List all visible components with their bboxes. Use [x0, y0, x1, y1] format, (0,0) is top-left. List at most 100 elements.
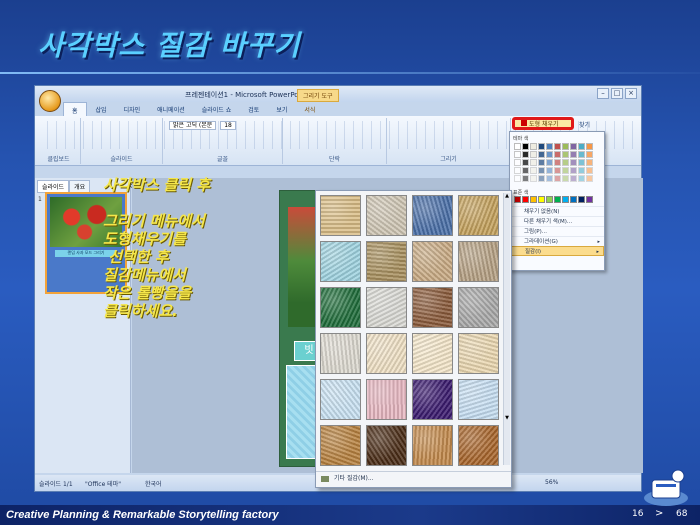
- theme-swatch[interactable]: [538, 167, 545, 174]
- theme-swatch[interactable]: [578, 151, 585, 158]
- standard-swatch[interactable]: [514, 196, 521, 203]
- texture-sand[interactable]: [458, 241, 499, 282]
- theme-swatch[interactable]: [514, 167, 521, 174]
- office-button[interactable]: [39, 90, 61, 112]
- theme-swatch[interactable]: [538, 151, 545, 158]
- standard-swatch[interactable]: [522, 196, 529, 203]
- fill-menu-item[interactable]: 그라데이션(G) ▸: [510, 236, 604, 246]
- theme-swatch[interactable]: [586, 151, 593, 158]
- texture-cork[interactable]: [320, 425, 361, 466]
- theme-swatch[interactable]: [570, 143, 577, 150]
- texture-blue-tissue-paper[interactable]: [320, 379, 361, 420]
- theme-swatch[interactable]: [586, 167, 593, 174]
- theme-swatch[interactable]: [554, 167, 561, 174]
- theme-swatch[interactable]: [546, 143, 553, 150]
- texture-parchment[interactable]: [366, 333, 407, 374]
- fill-menu-item[interactable]: 다른 채우기 색(M)...: [510, 216, 604, 226]
- texture-canvas[interactable]: [366, 195, 407, 236]
- texture-fish-fossil[interactable]: [412, 241, 453, 282]
- tab-7[interactable]: 서식: [296, 102, 323, 116]
- theme-swatch[interactable]: [514, 175, 521, 182]
- texture-woven-mat[interactable]: [458, 195, 499, 236]
- texture-granite[interactable]: [458, 287, 499, 328]
- texture-oak[interactable]: [412, 425, 453, 466]
- texture-green-marble[interactable]: [320, 287, 361, 328]
- theme-swatch[interactable]: [570, 151, 577, 158]
- standard-swatch[interactable]: [570, 196, 577, 203]
- standard-swatch[interactable]: [554, 196, 561, 203]
- standard-swatch[interactable]: [530, 196, 537, 203]
- tab-0[interactable]: 홈: [63, 102, 87, 116]
- theme-swatch[interactable]: [514, 143, 521, 150]
- find-button[interactable]: 찾기: [579, 120, 590, 129]
- fill-menu-item[interactable]: 채우기 없음(N): [510, 206, 604, 216]
- minimize-button[interactable]: –: [597, 88, 609, 99]
- theme-swatch[interactable]: [554, 143, 561, 150]
- texture-medium-wood[interactable]: [458, 425, 499, 466]
- theme-swatch[interactable]: [570, 175, 577, 182]
- theme-swatch[interactable]: [514, 159, 521, 166]
- theme-swatch[interactable]: [570, 167, 577, 174]
- standard-swatch[interactable]: [538, 196, 545, 203]
- theme-swatch[interactable]: [578, 175, 585, 182]
- texture-recycled-paper[interactable]: [366, 241, 407, 282]
- theme-swatch[interactable]: [522, 143, 529, 150]
- theme-swatch[interactable]: [562, 175, 569, 182]
- zoom-level[interactable]: 56%: [545, 479, 558, 486]
- texture-purple-mesh[interactable]: [412, 379, 453, 420]
- more-textures-item[interactable]: 기타 질감(M)...: [316, 471, 511, 485]
- theme-swatch[interactable]: [554, 159, 561, 166]
- texture-water-droplets[interactable]: [320, 241, 361, 282]
- texture-stationery[interactable]: [412, 333, 453, 374]
- tab-4[interactable]: 슬라이드 쇼: [194, 102, 240, 116]
- standard-swatch[interactable]: [586, 196, 593, 203]
- shape-fill-button[interactable]: 도형 채우기: [512, 117, 574, 130]
- texture-bouquet-blue[interactable]: [458, 379, 499, 420]
- fill-menu-item[interactable]: 질감(I) ▸: [510, 246, 604, 256]
- texture-pink-tissue-paper[interactable]: [366, 379, 407, 420]
- theme-swatch[interactable]: [514, 151, 521, 158]
- standard-swatch[interactable]: [546, 196, 553, 203]
- theme-swatch[interactable]: [538, 159, 545, 166]
- theme-swatch[interactable]: [562, 159, 569, 166]
- fill-menu-item[interactable]: 그림(P)...: [510, 226, 604, 236]
- theme-swatch[interactable]: [586, 159, 593, 166]
- standard-swatch[interactable]: [562, 196, 569, 203]
- texture-newsprint[interactable]: [320, 333, 361, 374]
- theme-swatch[interactable]: [546, 175, 553, 182]
- tab-2[interactable]: 디자인: [116, 102, 149, 116]
- theme-swatch[interactable]: [562, 167, 569, 174]
- theme-swatch[interactable]: [578, 159, 585, 166]
- theme-swatch[interactable]: [522, 151, 529, 158]
- theme-swatch[interactable]: [530, 143, 537, 150]
- font-size-dropdown[interactable]: 18: [220, 121, 236, 130]
- theme-swatch[interactable]: [522, 167, 529, 174]
- theme-swatch[interactable]: [586, 143, 593, 150]
- tab-5[interactable]: 검토: [240, 102, 267, 116]
- standard-swatch[interactable]: [578, 196, 585, 203]
- theme-swatch[interactable]: [562, 151, 569, 158]
- theme-swatch[interactable]: [538, 143, 545, 150]
- theme-swatch[interactable]: [578, 167, 585, 174]
- tab-1[interactable]: 삽입: [88, 102, 115, 116]
- theme-swatch[interactable]: [562, 143, 569, 150]
- gallery-scrollbar[interactable]: ▲ ▼: [503, 193, 510, 465]
- theme-swatch[interactable]: [522, 175, 529, 182]
- theme-swatch[interactable]: [546, 159, 553, 166]
- texture-papyrus[interactable]: [320, 195, 361, 236]
- tab-6[interactable]: 보기: [268, 102, 295, 116]
- theme-swatch[interactable]: [554, 175, 561, 182]
- theme-swatch[interactable]: [570, 159, 577, 166]
- theme-swatch[interactable]: [578, 143, 585, 150]
- next-arrow-icon[interactable]: >: [655, 508, 663, 519]
- theme-swatch[interactable]: [546, 167, 553, 174]
- maximize-button[interactable]: □: [611, 88, 623, 99]
- theme-swatch[interactable]: [530, 151, 537, 158]
- texture-brown-marble[interactable]: [412, 287, 453, 328]
- theme-swatch[interactable]: [530, 159, 537, 166]
- theme-swatch[interactable]: [546, 151, 553, 158]
- close-button[interactable]: ×: [625, 88, 637, 99]
- theme-swatch[interactable]: [530, 167, 537, 174]
- texture-bouquet[interactable]: [458, 333, 499, 374]
- texture-walnut[interactable]: [366, 425, 407, 466]
